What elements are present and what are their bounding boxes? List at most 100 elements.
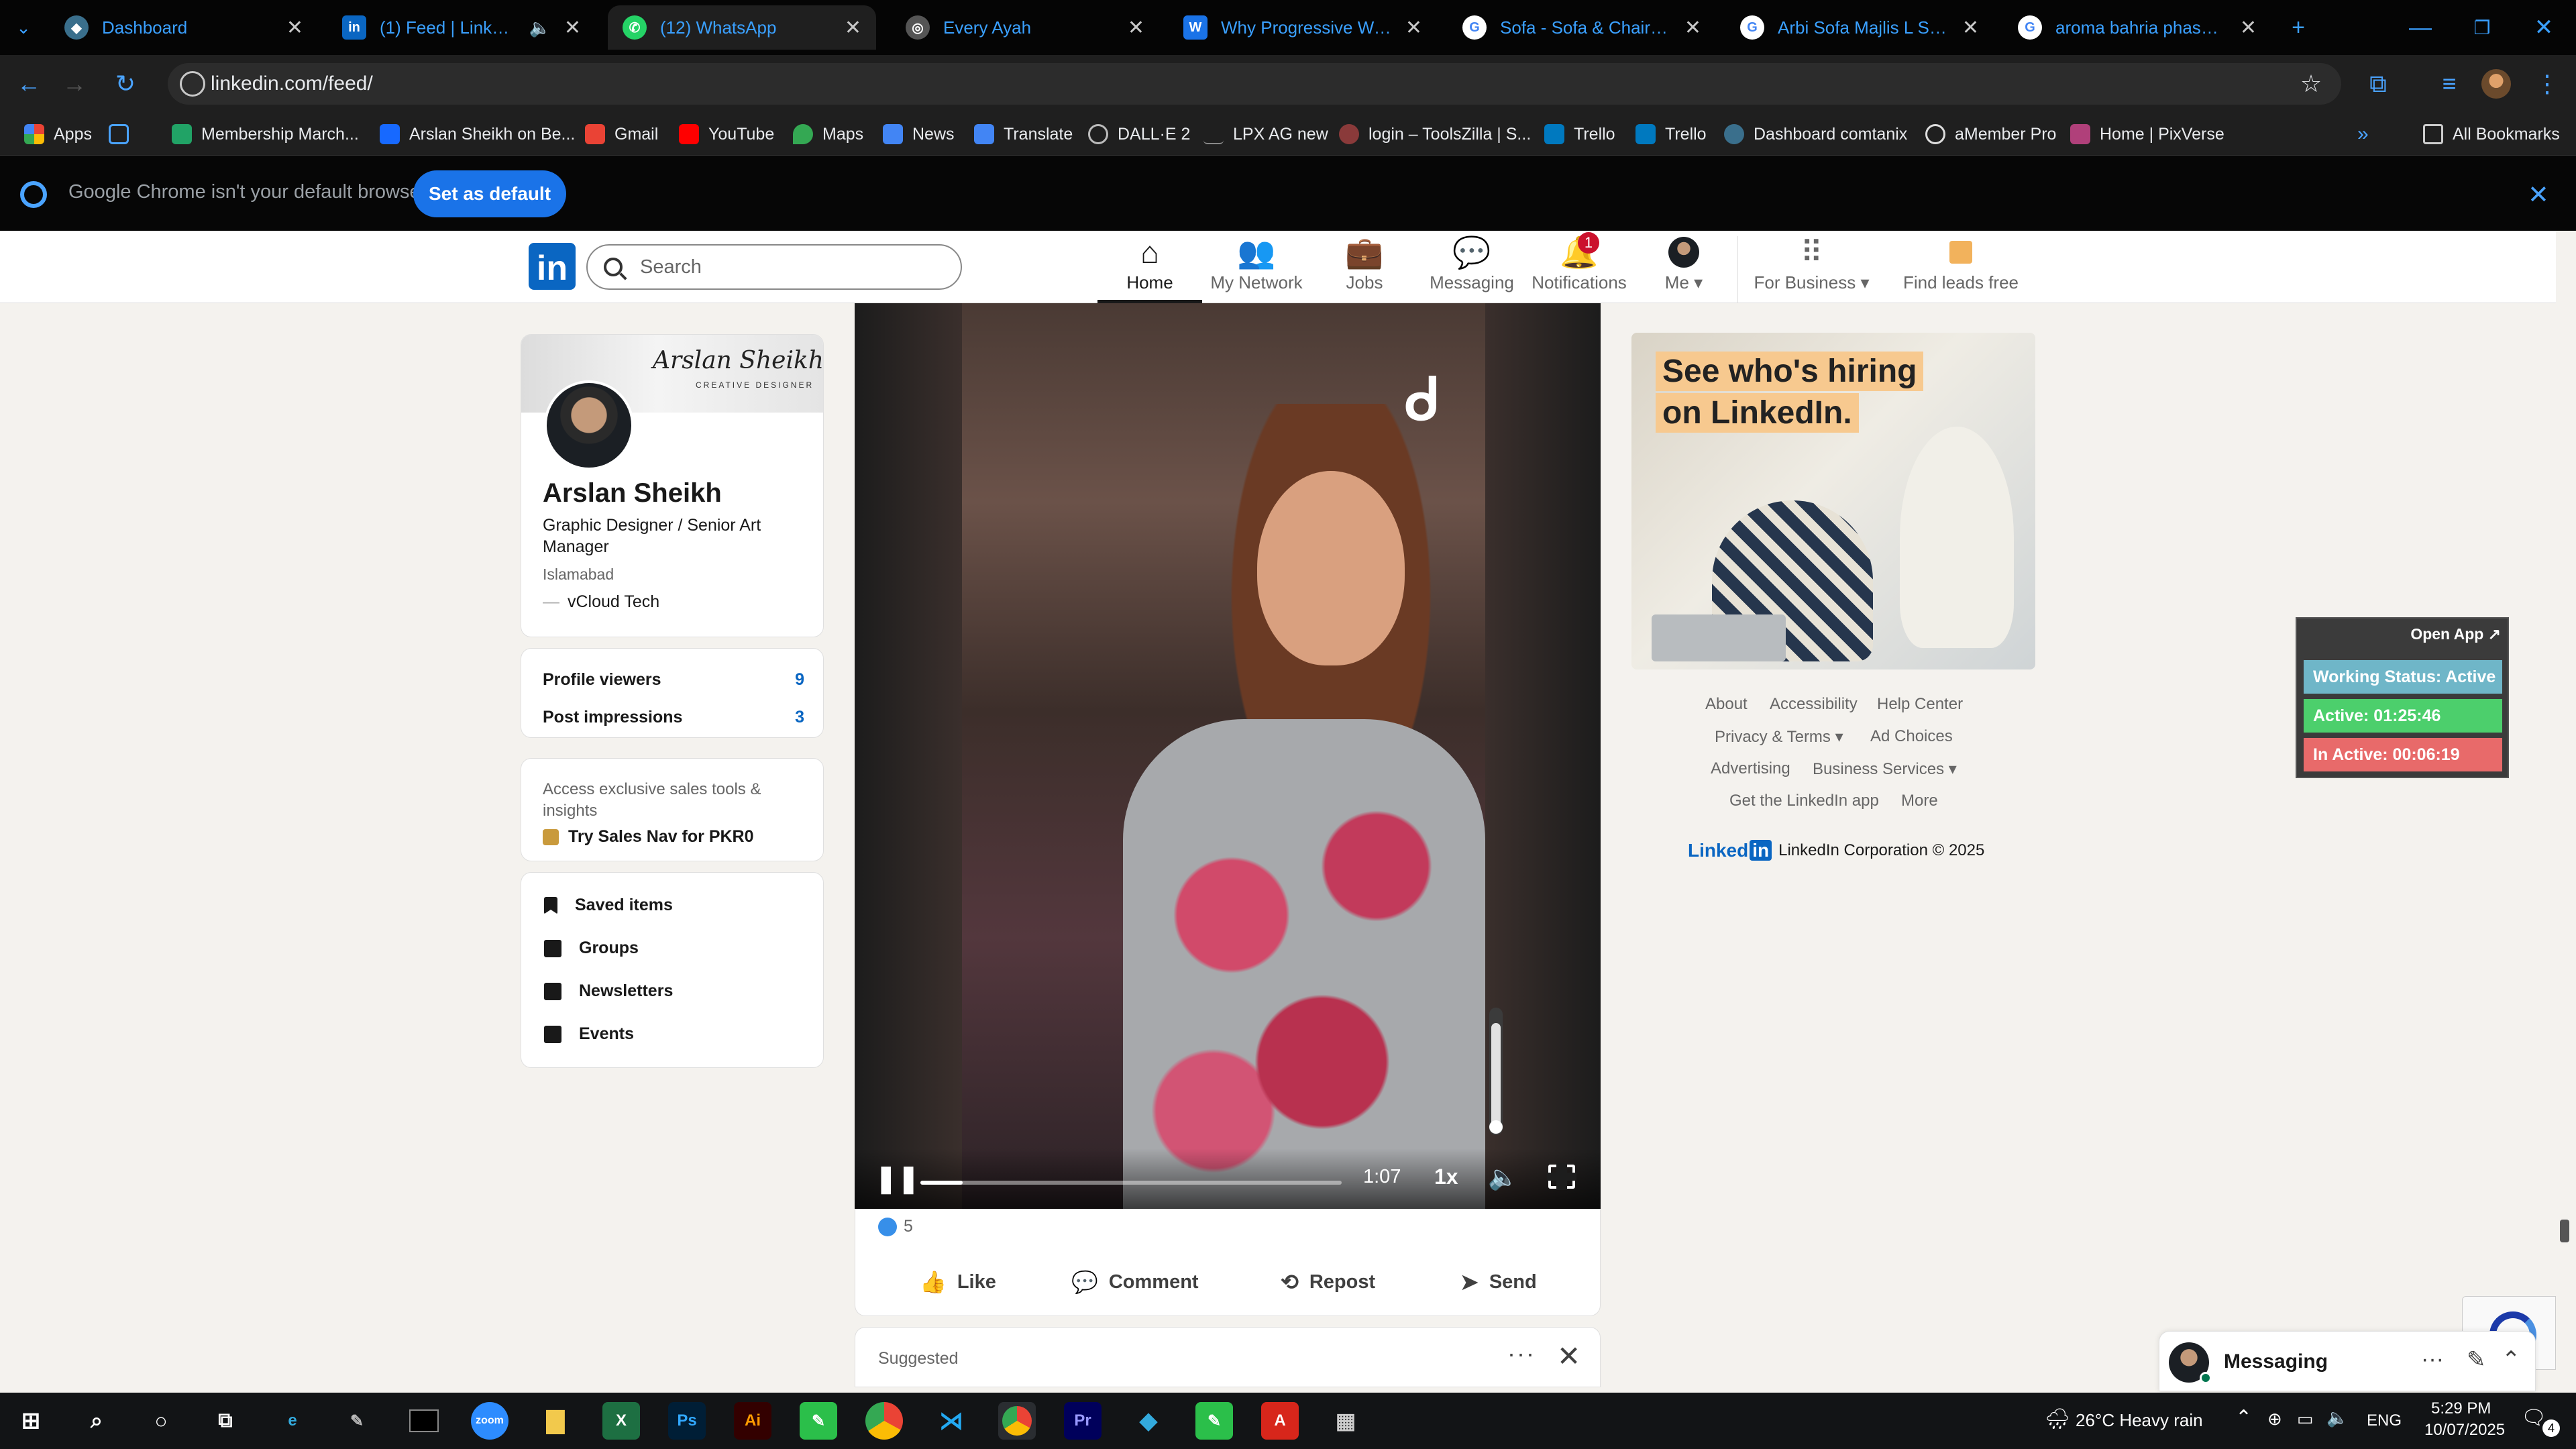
bookmark-lpx[interactable]: LPX AG new — [1203, 119, 1328, 149]
tab-pwa[interactable]: W Why Progressive Web Ap ✕ — [1169, 5, 1437, 50]
bookmark-news[interactable]: News — [883, 119, 955, 149]
pen-icon[interactable]: ✎ — [338, 1402, 376, 1440]
like-button[interactable]: 👍 Like — [920, 1269, 996, 1295]
bookmark-apps[interactable]: Apps — [24, 119, 92, 149]
bookmark-trello-1[interactable]: Trello — [1544, 119, 1615, 149]
back-arrow-icon[interactable]: ← — [12, 67, 46, 101]
illustrator-icon[interactable]: Ai — [734, 1402, 771, 1440]
minimize-icon[interactable]: — — [2390, 0, 2451, 55]
bookmark-dashboard-comtanix[interactable]: Dashboard comtanix — [1724, 119, 1907, 149]
profile-avatar[interactable] — [544, 380, 634, 470]
footer-business-services[interactable]: Business Services ▾ — [1813, 759, 1957, 779]
new-tab-plus-icon[interactable]: + — [2271, 0, 2325, 55]
calculator-icon[interactable]: ▦ — [1327, 1402, 1364, 1440]
bookmark-grid[interactable] — [109, 119, 129, 149]
address-bar[interactable]: linkedin.com/feed/ — [168, 63, 2341, 105]
footer-more[interactable]: More — [1901, 792, 1938, 810]
language-indicator[interactable]: ENG — [2367, 1411, 2402, 1430]
fullscreen-icon[interactable] — [1547, 1163, 1576, 1190]
volume-slider[interactable] — [1489, 1008, 1503, 1135]
tab-every-ayah[interactable]: ◎ Every Ayah ✕ — [891, 5, 1159, 50]
video-player[interactable]: ᑯ ❚❚ 1:07 1x 🔈 — [855, 303, 1601, 1209]
more-options-icon[interactable]: ··· — [1507, 1340, 1536, 1368]
tab-sofa[interactable]: G Sofa - Sofa & Chairs for s ✕ — [1448, 5, 1716, 50]
close-icon[interactable]: ✕ — [2240, 16, 2257, 40]
bookmark-translate[interactable]: Translate — [974, 119, 1073, 149]
close-icon[interactable]: ✕ — [564, 16, 581, 40]
bookmark-pixverse[interactable]: Home | PixVerse — [2070, 119, 2224, 149]
footer-advertising[interactable]: Advertising — [1711, 759, 1790, 778]
footer-accessibility[interactable]: Accessibility — [1770, 695, 1858, 714]
weather-text[interactable]: 26°C Heavy rain — [2076, 1410, 2203, 1431]
bookmark-membership[interactable]: Membership March... — [172, 119, 359, 149]
chevron-up-icon[interactable]: ⌃ — [2235, 1406, 2252, 1430]
bookmark-toolszilla[interactable]: login – ToolsZilla | S... — [1339, 119, 1531, 149]
forward-arrow-icon[interactable]: → — [58, 67, 91, 101]
profile-avatar[interactable] — [2479, 67, 2513, 101]
bookmark-behance[interactable]: Arslan Sheikh on Be... — [380, 119, 575, 149]
tab-aroma-bahria[interactable]: G aroma bahria phase 8 - G ✕ — [2003, 5, 2271, 50]
photoshop-icon[interactable]: Ps — [668, 1402, 706, 1440]
linkedin-logo[interactable]: in — [529, 243, 576, 290]
file-explorer-icon[interactable]: ▇ — [537, 1402, 574, 1440]
tab-dashboard[interactable]: ◆ Dashboard ✕ — [50, 5, 318, 50]
nav-home[interactable]: ⌂ Home — [1097, 235, 1202, 303]
hiring-ad[interactable]: See who's hiring on LinkedIn. — [1631, 333, 2035, 669]
premium-upsell-card[interactable]: Access exclusive sales tools & insights … — [521, 758, 824, 861]
nav-find-leads[interactable]: Find leads free — [1898, 236, 2023, 303]
excel-icon[interactable]: X — [602, 1402, 640, 1440]
comment-button[interactable]: 💬 Comment — [1071, 1269, 1199, 1295]
bookmark-youtube[interactable]: YouTube — [679, 119, 774, 149]
messaging-overlay[interactable]: Messaging ··· ✎ ⌃ — [2159, 1331, 2536, 1391]
site-info-icon[interactable] — [180, 71, 205, 97]
weather-icon[interactable]: 🌧 — [2045, 1407, 2070, 1431]
close-icon[interactable]: ✕ — [1405, 16, 1422, 40]
shortcut-saved-items[interactable]: Saved items — [544, 896, 673, 915]
task-view-icon[interactable]: ⧉ — [207, 1402, 244, 1440]
bookmark-amember[interactable]: aMember Pro — [1925, 119, 2056, 149]
ayoa-icon[interactable]: ✎ — [800, 1402, 837, 1440]
shortcut-groups[interactable]: Groups — [544, 938, 639, 958]
vpn-icon[interactable]: ◆ — [1130, 1402, 1167, 1440]
profile-card[interactable]: Arslan Sheikh CREATIVE DESIGNER Arslan S… — [521, 334, 824, 637]
bookmark-maps[interactable]: Maps — [793, 119, 863, 149]
reload-icon[interactable]: ↻ — [109, 67, 142, 101]
all-bookmarks-button[interactable]: All Bookmarks — [2423, 119, 2560, 149]
shortcut-events[interactable]: Events — [544, 1024, 634, 1044]
close-icon[interactable]: ✕ — [1684, 16, 1701, 40]
chrome-icon[interactable] — [865, 1402, 903, 1440]
chrome-active-icon[interactable] — [998, 1402, 1036, 1440]
profile-name[interactable]: Arslan Sheikh — [543, 478, 722, 508]
pause-icon[interactable]: ❚❚ — [875, 1163, 920, 1193]
playback-speed-button[interactable]: 1x — [1434, 1165, 1458, 1189]
premiere-icon[interactable]: Pr — [1064, 1402, 1102, 1440]
tab-whatsapp[interactable]: ✆ (12) WhatsApp ✕ — [608, 5, 876, 50]
clock-time[interactable]: 5:29 PM — [2431, 1399, 2491, 1418]
edge-icon[interactable]: e — [274, 1402, 311, 1440]
clock-date[interactable]: 10/07/2025 — [2424, 1421, 2505, 1440]
close-icon[interactable]: ✕ — [286, 16, 303, 40]
media-control-icon[interactable]: ≡ — [2432, 67, 2466, 101]
search-input[interactable]: Search — [586, 244, 962, 290]
footer-ad-choices[interactable]: Ad Choices — [1870, 727, 1953, 746]
ayoa-icon[interactable]: ✎ — [1195, 1402, 1233, 1440]
video-progress-bar[interactable] — [920, 1181, 1342, 1185]
bookmark-gmail[interactable]: Gmail — [585, 119, 658, 149]
stat-post-impressions[interactable]: Post impressions 3 — [543, 708, 804, 727]
nav-me[interactable]: Me ▾ — [1650, 236, 1717, 303]
set-as-default-button[interactable]: Set as default — [413, 170, 566, 217]
shortcut-newsletters[interactable]: Newsletters — [544, 981, 673, 1001]
infobar-close-icon[interactable]: ✕ — [2528, 180, 2549, 210]
bookmark-star-icon[interactable]: ☆ — [2294, 67, 2328, 101]
scrollbar-thumb[interactable] — [2560, 1220, 2569, 1242]
close-icon[interactable]: ✕ — [1962, 16, 1979, 40]
nav-for-business[interactable]: ⠿ For Business ▾ — [1737, 235, 1885, 303]
close-icon[interactable]: ✕ — [1128, 16, 1144, 40]
footer-get-app[interactable]: Get the LinkedIn app — [1729, 792, 1879, 810]
footer-help-center[interactable]: Help Center — [1877, 695, 1963, 714]
send-button[interactable]: ➤ Send — [1460, 1269, 1537, 1295]
window-close-icon[interactable]: ✕ — [2513, 0, 2575, 55]
zoom-icon[interactable]: zoom — [471, 1402, 508, 1440]
volume-icon[interactable]: 🔈 — [1488, 1163, 1518, 1191]
acrobat-icon[interactable]: A — [1261, 1402, 1299, 1440]
